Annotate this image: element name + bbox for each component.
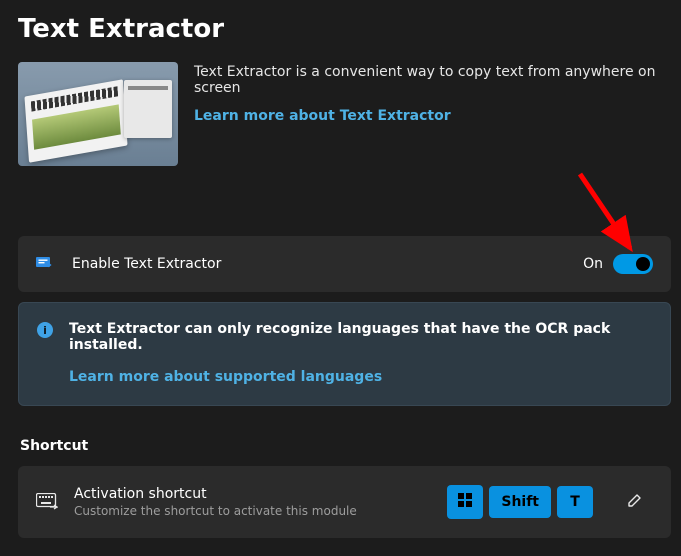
edit-shortcut-button[interactable] bbox=[617, 484, 653, 520]
shortcut-card: Activation shortcut Customize the shortc… bbox=[18, 466, 671, 538]
shortcut-subtitle: Customize the shortcut to activate this … bbox=[74, 504, 431, 518]
shortcut-keys: Shift T bbox=[447, 485, 593, 519]
enable-card: Enable Text Extractor On bbox=[18, 236, 671, 292]
hero-description: Text Extractor is a convenient way to co… bbox=[194, 64, 671, 96]
supported-languages-link[interactable]: Learn more about supported languages bbox=[69, 369, 382, 385]
learn-more-link[interactable]: Learn more about Text Extractor bbox=[194, 108, 451, 124]
key-t: T bbox=[557, 486, 593, 518]
pencil-icon bbox=[627, 492, 643, 512]
info-message: Text Extractor can only recognize langua… bbox=[69, 321, 652, 353]
keyboard-icon bbox=[36, 493, 58, 511]
page-title: Text Extractor bbox=[18, 14, 671, 44]
hero-thumbnail bbox=[18, 62, 178, 166]
key-win bbox=[447, 485, 483, 519]
enable-label: Enable Text Extractor bbox=[72, 256, 567, 272]
toggle-state-text: On bbox=[583, 256, 603, 272]
hero-section: Text Extractor is a convenient way to co… bbox=[18, 62, 671, 166]
info-icon: i bbox=[37, 322, 53, 338]
info-card: i Text Extractor can only recognize lang… bbox=[18, 302, 671, 406]
key-shift: Shift bbox=[489, 486, 551, 518]
enable-toggle[interactable] bbox=[613, 254, 653, 274]
text-extract-icon bbox=[36, 256, 56, 272]
shortcut-title: Activation shortcut bbox=[74, 486, 431, 502]
shortcut-section-label: Shortcut bbox=[20, 438, 671, 454]
